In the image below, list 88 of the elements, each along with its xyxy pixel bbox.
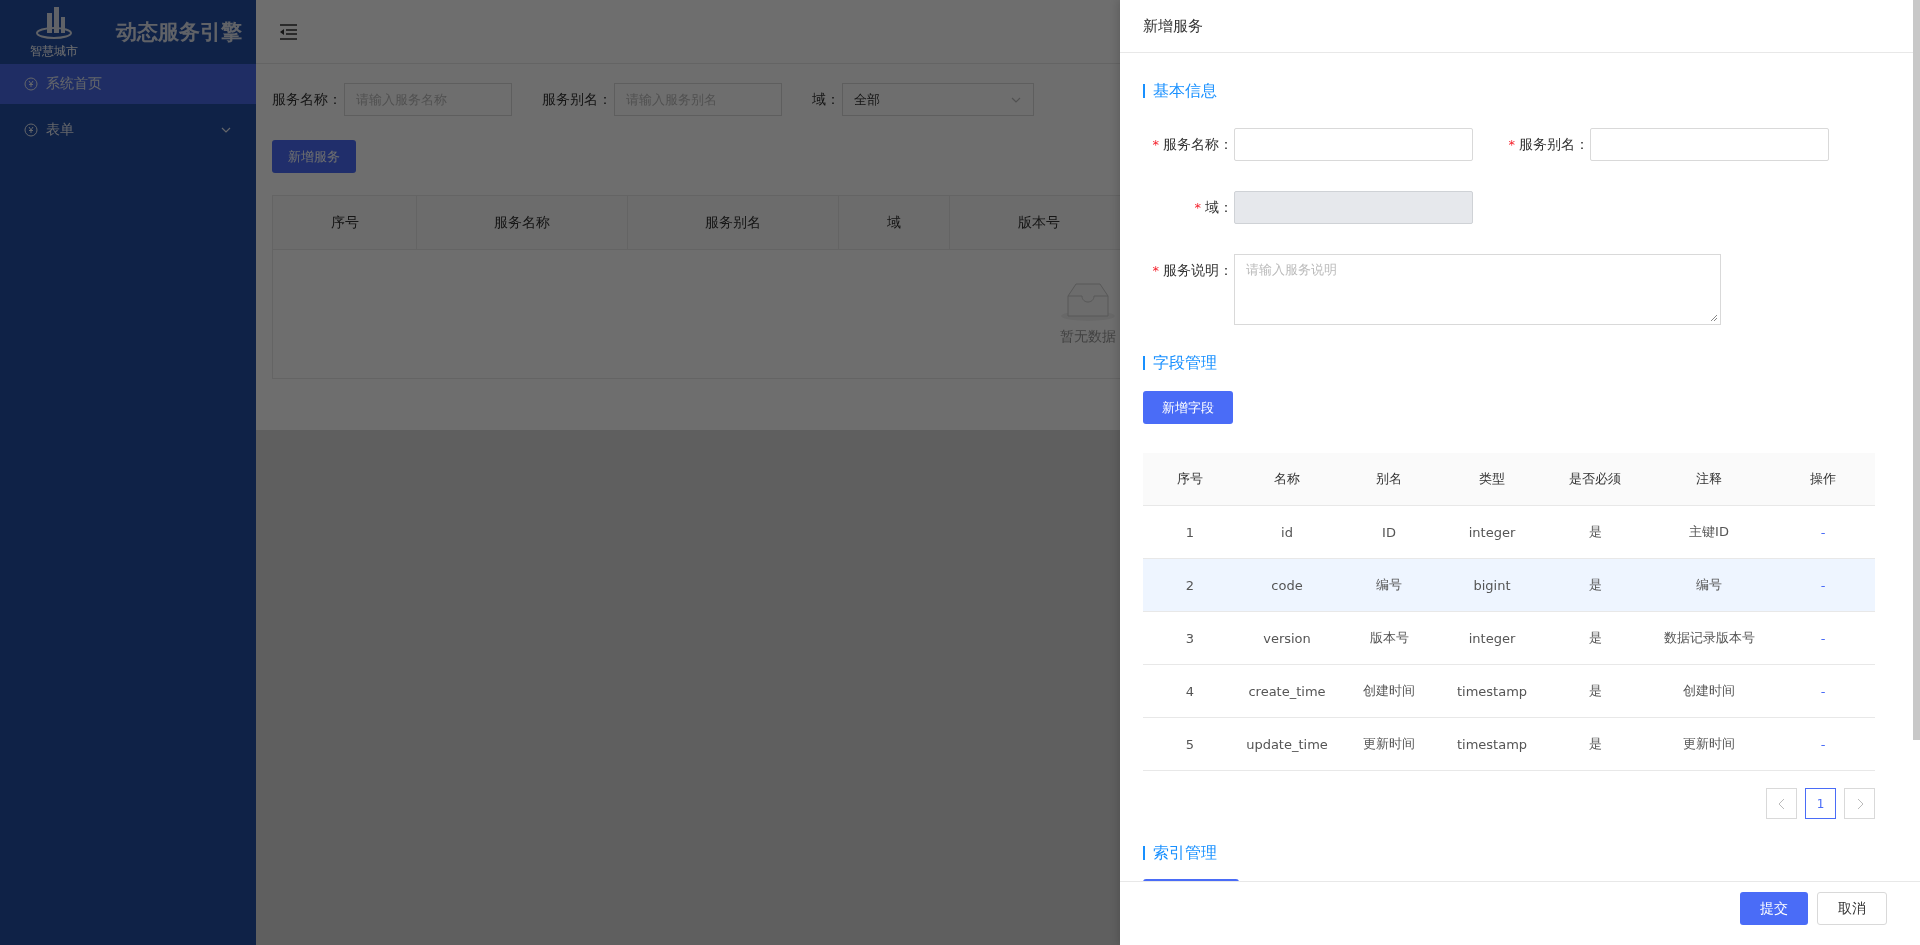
column-header: 注释 bbox=[1696, 470, 1722, 488]
table-cell: 编号 bbox=[1696, 576, 1722, 594]
cancel-button[interactable]: 取消 bbox=[1817, 892, 1887, 925]
filter-label: 域： bbox=[812, 90, 840, 109]
table-cell: 创建时间 bbox=[1363, 682, 1415, 700]
filter-label: 服务名称： bbox=[272, 90, 342, 109]
chevron-left-icon bbox=[1777, 797, 1786, 810]
table-cell: 是 bbox=[1588, 629, 1602, 647]
table-cell: ID bbox=[1382, 524, 1396, 540]
next-page-button[interactable] bbox=[1844, 788, 1875, 819]
logo-text: 智慧城市 bbox=[30, 42, 78, 60]
column-header: 类型 bbox=[1479, 470, 1505, 488]
column-header: 名称 bbox=[1274, 470, 1300, 488]
circle-icon bbox=[24, 123, 38, 137]
input-field[interactable] bbox=[1234, 128, 1473, 161]
add-field-button[interactable]: 新增字段 bbox=[1143, 391, 1233, 424]
table-cell: 2 bbox=[1185, 577, 1195, 593]
table-cell: 是 bbox=[1588, 682, 1602, 700]
add-service-button[interactable]: 新增服务 bbox=[272, 140, 356, 173]
table-cell: 主键ID bbox=[1689, 523, 1729, 541]
sidebar-item[interactable]: 系统首页 bbox=[0, 64, 256, 104]
field-label: 服务说明： bbox=[1163, 261, 1233, 278]
table-cell: bigint bbox=[1473, 577, 1511, 593]
table-cell: 数据记录版本号 bbox=[1663, 629, 1755, 647]
table-cell: create_time bbox=[1248, 683, 1326, 699]
page-button[interactable]: 1 bbox=[1805, 788, 1836, 819]
section-title: 字段管理 bbox=[1143, 356, 1875, 370]
table-cell: integer bbox=[1468, 630, 1516, 646]
domain-select[interactable]: 全部 bbox=[842, 83, 1034, 116]
table-cell: 是 bbox=[1588, 735, 1602, 753]
table-cell: 4 bbox=[1185, 683, 1195, 699]
drawer-title: 新增服务 bbox=[1143, 16, 1203, 36]
table-cell: id bbox=[1281, 524, 1293, 540]
chevron-right-icon bbox=[1855, 797, 1864, 810]
column-header: 版本号 bbox=[1017, 213, 1060, 232]
section-title: 索引管理 bbox=[1143, 846, 1875, 860]
scrollbar[interactable] bbox=[1913, 0, 1920, 740]
column-header: 序号 bbox=[1177, 470, 1203, 488]
table-cell: update_time bbox=[1246, 736, 1328, 752]
circle-icon bbox=[24, 77, 38, 91]
column-header: 操作 bbox=[1810, 470, 1836, 488]
table-cell: 更新时间 bbox=[1363, 735, 1415, 753]
field-label: 服务名称： bbox=[1163, 135, 1233, 152]
action-link[interactable]: - bbox=[1820, 630, 1826, 646]
input-field[interactable] bbox=[1590, 128, 1829, 161]
column-header: 服务别名 bbox=[705, 213, 761, 232]
action-link[interactable]: - bbox=[1820, 736, 1826, 752]
table-cell: 编号 bbox=[1376, 576, 1402, 594]
table-row[interactable]: 4 create_time 创建时间 timestamp 是 创建时间 - bbox=[1143, 665, 1875, 718]
submit-button[interactable]: 提交 bbox=[1740, 892, 1808, 925]
table-row[interactable]: 5 update_time 更新时间 timestamp 是 更新时间 - bbox=[1143, 718, 1875, 771]
column-header: 序号 bbox=[330, 213, 359, 232]
column-header: 是否必须 bbox=[1569, 470, 1621, 488]
table-cell: 1 bbox=[1185, 524, 1195, 540]
table-row[interactable]: 2 code 编号 bigint 是 编号 - bbox=[1143, 559, 1875, 612]
required-asterisk: * bbox=[1152, 136, 1159, 152]
section-title: 基本信息 bbox=[1143, 84, 1875, 98]
action-link[interactable]: - bbox=[1820, 683, 1826, 699]
field-label: 服务别名： bbox=[1519, 135, 1589, 152]
resize-handle-icon[interactable] bbox=[1710, 314, 1718, 322]
table-cell: timestamp bbox=[1456, 683, 1528, 699]
table-cell: version bbox=[1263, 630, 1311, 646]
table-row[interactable]: 3 version 版本号 integer 是 数据记录版本号 - bbox=[1143, 612, 1875, 665]
required-asterisk: * bbox=[1194, 199, 1201, 215]
table-cell: 3 bbox=[1185, 630, 1195, 646]
column-header: 别名 bbox=[1376, 470, 1402, 488]
table-cell: 是 bbox=[1588, 576, 1602, 594]
collapse-menu-icon[interactable] bbox=[278, 23, 298, 40]
table-cell: timestamp bbox=[1456, 736, 1528, 752]
previous-page-button[interactable] bbox=[1766, 788, 1797, 819]
required-asterisk: * bbox=[1152, 262, 1159, 278]
table-cell: 是 bbox=[1588, 523, 1602, 541]
column-header: 域 bbox=[887, 213, 901, 232]
sidebar-item[interactable]: 表单 bbox=[0, 110, 256, 150]
field-label: 域： bbox=[1205, 198, 1233, 215]
app-title: 动态服务引擎 bbox=[116, 19, 242, 46]
column-header: 服务名称 bbox=[494, 213, 550, 232]
action-link[interactable]: - bbox=[1820, 524, 1826, 540]
table-cell: 版本号 bbox=[1369, 629, 1409, 647]
required-asterisk: * bbox=[1508, 136, 1515, 152]
filter-label: 服务别名： bbox=[542, 90, 612, 109]
table-cell: 更新时间 bbox=[1683, 735, 1735, 753]
table-cell: code bbox=[1271, 577, 1303, 593]
table-cell: 5 bbox=[1185, 736, 1195, 752]
action-link[interactable]: - bbox=[1820, 577, 1826, 593]
table-cell: integer bbox=[1468, 524, 1516, 540]
table-cell: 创建时间 bbox=[1683, 682, 1735, 700]
city-logo-icon bbox=[34, 4, 74, 41]
